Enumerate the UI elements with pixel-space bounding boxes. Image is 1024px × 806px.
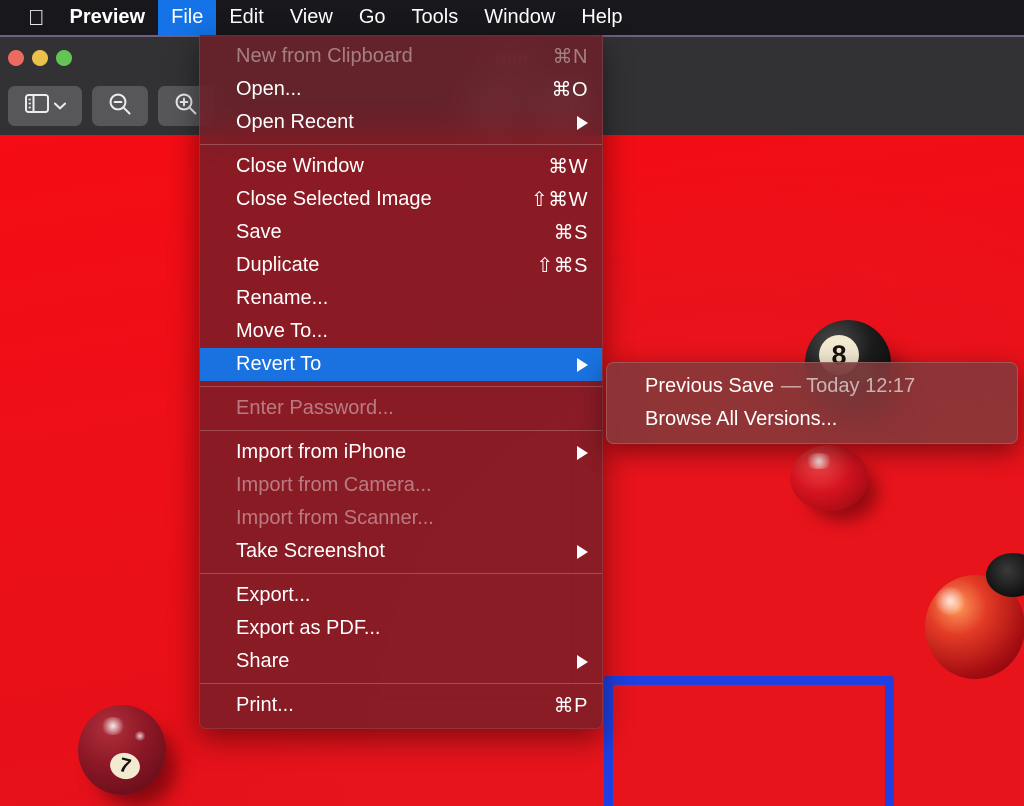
menu-separator bbox=[200, 683, 602, 684]
seven-ball: 7 bbox=[78, 705, 166, 795]
menu-separator bbox=[200, 144, 602, 145]
menu-item-take-screenshot[interactable]: Take Screenshot bbox=[200, 535, 602, 568]
menu-item-shortcut: ⌘N bbox=[552, 46, 588, 68]
menubar-item-edit[interactable]: Edit bbox=[216, 0, 276, 35]
menu-item-move-to[interactable]: Move To... bbox=[200, 315, 602, 348]
menu-item-import-from-scanner: Import from Scanner... bbox=[200, 502, 602, 535]
menubar-item-preview[interactable]: Preview bbox=[57, 0, 159, 35]
menu-item-shortcut: ⇧⌘S bbox=[536, 255, 588, 277]
menu-item-open-recent[interactable]: Open Recent bbox=[200, 106, 602, 139]
menu-item-export-as-pdf[interactable]: Export as PDF... bbox=[200, 612, 602, 645]
submenu-arrow-icon bbox=[577, 357, 588, 372]
menu-item-import-from-iphone[interactable]: Import from iPhone bbox=[200, 436, 602, 469]
menu-item-duplicate[interactable]: Duplicate ⇧⌘S bbox=[200, 249, 602, 282]
menu-item-label: Import from iPhone bbox=[236, 441, 407, 463]
menu-item-label: Take Screenshot bbox=[236, 540, 385, 562]
menu-item-label: Enter Password... bbox=[236, 397, 394, 419]
menu-item-detail: — Today 12:17 bbox=[780, 375, 916, 397]
menu-item-label: New from Clipboard bbox=[236, 45, 413, 67]
menu-separator bbox=[200, 573, 602, 574]
menu-item-label: Save bbox=[236, 221, 282, 243]
menu-separator bbox=[200, 386, 602, 387]
menu-item-label: Revert To bbox=[236, 353, 322, 375]
menu-item-revert-to[interactable]: Revert To bbox=[200, 348, 602, 381]
ball-highlight bbox=[804, 453, 834, 469]
menu-item-shortcut: ⌘W bbox=[548, 156, 588, 178]
menubar-item-tools[interactable]: Tools bbox=[399, 0, 472, 35]
menu-item-label: Print... bbox=[236, 694, 294, 716]
menu-item-label: Export... bbox=[236, 584, 311, 606]
menu-item-label: Import from Scanner... bbox=[236, 507, 434, 529]
chevron-down-icon bbox=[53, 97, 66, 115]
sidebar-icon bbox=[24, 94, 49, 118]
ball-highlight bbox=[100, 717, 126, 735]
apple-logo-icon[interactable]:  bbox=[28, 6, 45, 29]
submenu-arrow-icon bbox=[577, 115, 588, 130]
menubar-item-view[interactable]: View bbox=[277, 0, 346, 35]
red-ball bbox=[790, 445, 868, 511]
zoom-out-button[interactable] bbox=[92, 86, 148, 126]
menu-item-import-from-camera: Import from Camera... bbox=[200, 469, 602, 502]
menu-item-save[interactable]: Save ⌘S bbox=[200, 216, 602, 249]
menu-item-previous-save[interactable]: Previous Save — Today 12:17 bbox=[607, 370, 1017, 403]
menu-item-label: Export as PDF... bbox=[236, 617, 381, 639]
ball-highlight bbox=[933, 587, 967, 615]
menu-item-close-selected-image[interactable]: Close Selected Image ⇧⌘W bbox=[200, 183, 602, 216]
menu-item-label: Previous Save bbox=[645, 375, 774, 397]
menu-item-label: Import from Camera... bbox=[236, 474, 432, 496]
ball-highlight-secondary bbox=[134, 731, 146, 741]
menu-separator bbox=[200, 430, 602, 431]
menu-item-rename[interactable]: Rename... bbox=[200, 282, 602, 315]
menu-item-export[interactable]: Export... bbox=[200, 579, 602, 612]
menubar-item-go[interactable]: Go bbox=[346, 0, 399, 35]
ball-number-label: 7 bbox=[107, 749, 143, 783]
zoom-out-icon bbox=[108, 92, 132, 121]
submenu-arrow-icon bbox=[577, 544, 588, 559]
menu-item-share[interactable]: Share bbox=[200, 645, 602, 678]
menu-item-enter-password: Enter Password... bbox=[200, 392, 602, 425]
blue-rectangle-annotation[interactable] bbox=[604, 676, 894, 806]
menu-item-shortcut: ⇧⌘W bbox=[530, 189, 588, 211]
menu-item-label: Share bbox=[236, 650, 290, 672]
menubar-item-help[interactable]: Help bbox=[568, 0, 635, 35]
macos-menubar:  Preview File Edit View Go Tools Window… bbox=[0, 0, 1024, 35]
menu-item-shortcut: ⌘S bbox=[553, 222, 588, 244]
menu-item-label: Browse All Versions... bbox=[645, 408, 838, 430]
menu-item-shortcut: ⌘O bbox=[551, 79, 588, 101]
menu-item-open[interactable]: Open... ⌘O bbox=[200, 73, 602, 106]
menu-item-label: Duplicate bbox=[236, 254, 320, 276]
menu-item-browse-all-versions[interactable]: Browse All Versions... bbox=[607, 403, 1017, 436]
menu-item-close-window[interactable]: Close Window ⌘W bbox=[200, 150, 602, 183]
menubar-item-file[interactable]: File bbox=[158, 0, 217, 35]
sidebar-toggle-button[interactable] bbox=[8, 86, 82, 126]
screen: ong bbox=[0, 0, 1024, 806]
zoom-in-icon bbox=[174, 92, 198, 121]
menu-item-label: Open Recent bbox=[236, 111, 354, 133]
submenu-arrow-icon bbox=[577, 654, 588, 669]
file-menu-dropdown[interactable]: New from Clipboard ⌘N Open... ⌘O Open Recent… bbox=[199, 35, 603, 729]
menu-item-new-from-clipboard: New from Clipboard ⌘N bbox=[200, 40, 602, 73]
menu-item-shortcut: ⌘P bbox=[553, 695, 588, 717]
menu-item-label: Close Window bbox=[236, 155, 364, 177]
menu-item-print[interactable]: Print... ⌘P bbox=[200, 689, 602, 722]
menu-item-label: Move To... bbox=[236, 320, 328, 342]
menubar-item-window[interactable]: Window bbox=[471, 0, 568, 35]
submenu-arrow-icon bbox=[577, 445, 588, 460]
menu-item-label: Rename... bbox=[236, 287, 329, 309]
menu-item-label: Open... bbox=[236, 78, 302, 100]
revert-to-submenu[interactable]: Previous Save — Today 12:17 Browse All V… bbox=[606, 362, 1018, 444]
menu-item-label: Close Selected Image bbox=[236, 188, 432, 210]
